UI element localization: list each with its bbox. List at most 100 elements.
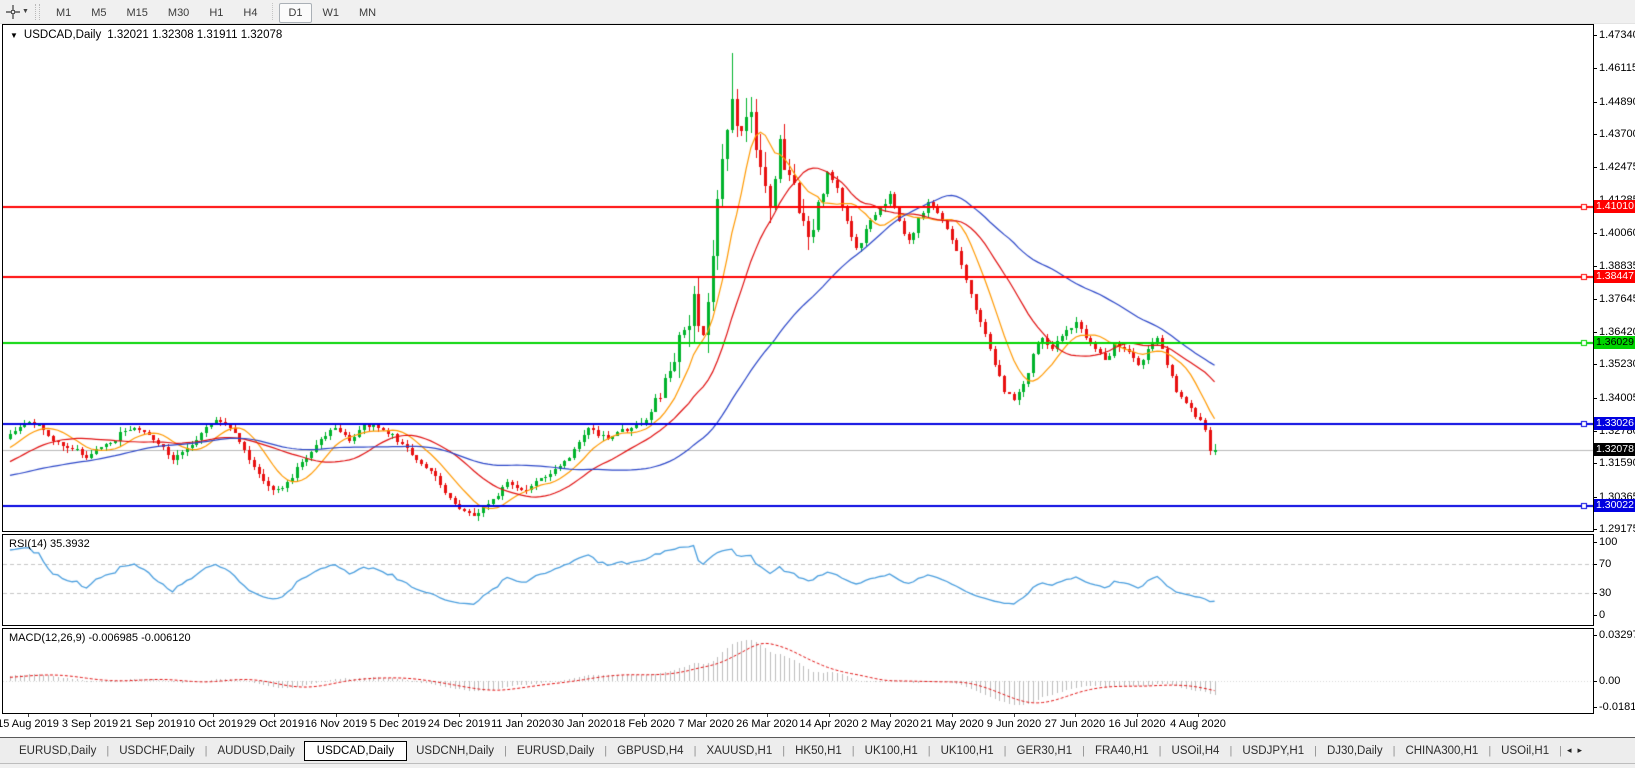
price-axis-label: 1.40060 bbox=[1599, 227, 1635, 239]
price-axis-label: 1.29175 bbox=[1599, 523, 1635, 535]
status-strip bbox=[0, 763, 1635, 768]
timeframe-button-h4[interactable]: H4 bbox=[234, 3, 266, 23]
price-axis-label: 1.46115 bbox=[1599, 62, 1635, 74]
date-axis: 15 Aug 2019 3 Sep 2019 21 Sep 2019 10 Oct 2… bbox=[0, 714, 1635, 737]
date-axis-tick bbox=[398, 714, 399, 717]
date-axis-label: 2 May 2020 bbox=[861, 718, 919, 730]
date-axis-tick bbox=[274, 714, 275, 717]
date-axis-tick bbox=[829, 714, 830, 717]
tab-usoil-h1[interactable]: USOil,H1 bbox=[1492, 741, 1558, 761]
date-axis-label: 4 Aug 2020 bbox=[1170, 718, 1226, 730]
date-axis-tick bbox=[90, 714, 91, 717]
rsi-indicator-panel: RSI(14) 35.3932 bbox=[2, 534, 1594, 626]
macd-axis-label: -0.01815 bbox=[1599, 701, 1635, 713]
chart-tab-bar: EURUSD,Daily | USDCHF,Daily | AUDUSD,Daily US… bbox=[0, 737, 1635, 763]
macd-indicator-canvas[interactable] bbox=[3, 629, 1593, 713]
price-axis-tick bbox=[1593, 431, 1597, 432]
date-axis-label: 26 Mar 2020 bbox=[736, 718, 798, 730]
date-axis-label: 18 Feb 2020 bbox=[613, 718, 675, 730]
tab-usdchf-daily[interactable]: USDCHF,Daily bbox=[110, 741, 203, 761]
timeframe-button-h1[interactable]: H1 bbox=[200, 3, 232, 23]
tab-xauusd-h1[interactable]: XAUUSD,H1 bbox=[697, 741, 781, 761]
price-axis-label: 1.42475 bbox=[1599, 161, 1635, 173]
tab-usdjpy-h1[interactable]: USDJPY,H1 bbox=[1233, 741, 1313, 761]
tab-usdcnh-daily[interactable]: USDCNH,Daily bbox=[407, 741, 503, 761]
date-axis-tick bbox=[706, 714, 707, 717]
date-axis-label: 15 Aug 2019 bbox=[0, 718, 59, 730]
date-axis-label: 24 Dec 2019 bbox=[427, 718, 491, 730]
rsi-axis-tick bbox=[1593, 615, 1597, 616]
rsi-axis-label: 70 bbox=[1599, 558, 1612, 570]
macd-indicator-panel: MACD(12,26,9) -0.006985 -0.006120 bbox=[2, 628, 1594, 714]
hline-price-tag: 1.33026 bbox=[1594, 417, 1635, 430]
trading-terminal-window: ▼ M1 M5 M15 M30 H1 H4 D1 W1 MN ▼ USDCAD,Daily 1.… bbox=[0, 0, 1635, 768]
date-axis-label: 30 Jan 2020 bbox=[551, 718, 613, 730]
price-axis-tick bbox=[1593, 364, 1597, 365]
tab-gbpusd-h4[interactable]: GBPUSD,H4 bbox=[608, 741, 692, 761]
price-axis-tick bbox=[1593, 35, 1597, 36]
timeframe-button-m30[interactable]: M30 bbox=[159, 3, 198, 23]
tab-uk100-h1[interactable]: UK100,H1 bbox=[856, 741, 927, 761]
date-axis-tick bbox=[28, 714, 29, 717]
tab-usdcad-daily[interactable]: USDCAD,Daily bbox=[303, 740, 408, 761]
hline-price-tag: 1.38447 bbox=[1594, 270, 1635, 283]
rsi-axis-tick bbox=[1593, 542, 1597, 543]
timeframe-button-m5[interactable]: M5 bbox=[82, 3, 115, 23]
rsi-label: RSI(14) 35.3932 bbox=[9, 538, 90, 550]
crosshair-tool-icon[interactable]: ▼ bbox=[0, 4, 31, 19]
timeframe-button-m1[interactable]: M1 bbox=[47, 3, 80, 23]
tab-china300-h1[interactable]: CHINA300,H1 bbox=[1396, 741, 1487, 761]
candlestick-chart-canvas[interactable] bbox=[3, 25, 1593, 531]
chart-menu-icon[interactable]: ▼ bbox=[10, 31, 18, 40]
price-axis-tick bbox=[1593, 332, 1597, 333]
tab-ger30-h1[interactable]: GER30,H1 bbox=[1008, 741, 1082, 761]
timeframe-button-mn[interactable]: MN bbox=[350, 3, 385, 23]
price-axis-tick bbox=[1593, 529, 1597, 530]
date-axis-tick bbox=[1198, 714, 1199, 717]
macd-axis-tick bbox=[1593, 635, 1597, 636]
tab-hk50-h1[interactable]: HK50,H1 bbox=[786, 741, 851, 761]
rsi-axis-label: 30 bbox=[1599, 587, 1612, 599]
macd-axis-tick bbox=[1593, 681, 1597, 682]
price-axis-tick bbox=[1593, 463, 1597, 464]
price-axis-tick bbox=[1593, 233, 1597, 234]
tab-eurusd-daily[interactable]: EURUSD,Daily bbox=[10, 741, 105, 761]
tab-eurusd-daily[interactable]: EURUSD,Daily bbox=[508, 741, 603, 761]
chart-symbol-label: USDCAD,Daily bbox=[23, 29, 102, 41]
date-axis-tick bbox=[1075, 714, 1076, 717]
date-axis-tick bbox=[767, 714, 768, 717]
crosshair-icon bbox=[6, 4, 20, 19]
hline-price-tag: 1.36029 bbox=[1594, 336, 1635, 349]
tab-fra40-h1[interactable]: FRA40,H1 bbox=[1086, 741, 1158, 761]
date-axis-tick bbox=[890, 714, 891, 717]
tab-uk100-h1[interactable]: UK100,H1 bbox=[932, 741, 1003, 761]
rsi-indicator-canvas[interactable] bbox=[3, 535, 1593, 625]
date-axis-tick bbox=[1137, 714, 1138, 717]
date-axis-label: 16 Nov 2019 bbox=[304, 718, 368, 730]
hline-price-tag: 1.41010 bbox=[1594, 200, 1635, 213]
timeframe-button-d1[interactable]: D1 bbox=[279, 2, 312, 23]
date-axis-tick bbox=[459, 714, 460, 717]
date-axis-tick bbox=[521, 714, 522, 717]
timeframe-buttons: M1 M5 M15 M30 H1 H4 D1 W1 MN bbox=[46, 2, 386, 23]
rsi-axis-label: 100 bbox=[1599, 536, 1618, 548]
price-axis-tick bbox=[1593, 398, 1597, 399]
toolbar: ▼ M1 M5 M15 M30 H1 H4 D1 W1 MN bbox=[0, 0, 1635, 24]
tab-scroll-arrows[interactable]: ◂▸ bbox=[1567, 745, 1588, 756]
tab-audusd-daily[interactable]: AUDUSD,Daily bbox=[208, 741, 303, 761]
date-axis-label: 11 Jan 2020 bbox=[491, 718, 551, 730]
timeframe-button-m15[interactable]: M15 bbox=[118, 3, 157, 23]
price-axis-label: 1.43700 bbox=[1599, 128, 1635, 140]
date-axis-label: 14 Apr 2020 bbox=[799, 718, 859, 730]
tab-dj30-daily[interactable]: DJ30,Daily bbox=[1318, 741, 1392, 761]
date-axis-tick bbox=[336, 714, 337, 717]
price-axis-label: 1.31590 bbox=[1599, 457, 1635, 469]
tab-usoil-h4[interactable]: USOil,H4 bbox=[1163, 741, 1229, 761]
price-axis-tick bbox=[1593, 266, 1597, 267]
date-axis-label: 27 Jun 2020 bbox=[1044, 718, 1106, 730]
timeframe-button-w1[interactable]: W1 bbox=[314, 3, 349, 23]
date-axis-label: 5 Dec 2019 bbox=[369, 718, 427, 730]
macd-axis-tick bbox=[1593, 707, 1597, 708]
date-axis-label: 7 Mar 2020 bbox=[678, 718, 734, 730]
price-axis-tick bbox=[1593, 68, 1597, 69]
